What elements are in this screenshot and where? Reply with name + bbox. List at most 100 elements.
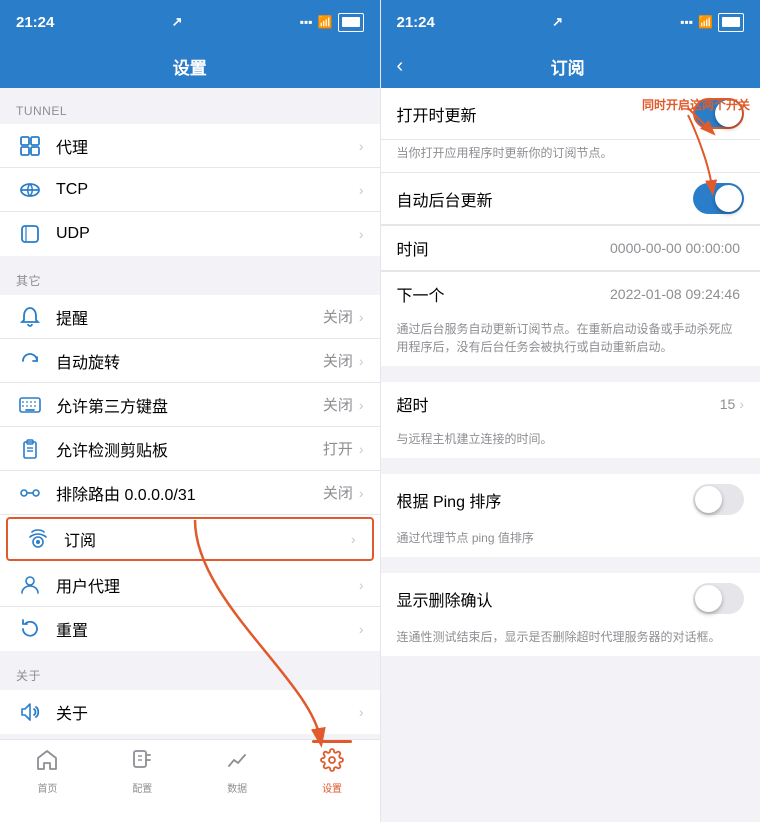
userproxy-chevron: › — [359, 577, 364, 593]
left-status-icons: ▪▪▪ 📶 — [300, 13, 364, 32]
tab-data[interactable]: 数据 — [190, 748, 285, 795]
time-label: 时间 — [397, 236, 611, 260]
tcp-icon — [16, 176, 44, 204]
timeout-group: 超时 15 › — [381, 382, 760, 426]
delete-group: 显示删除确认 — [381, 573, 760, 624]
left-time: 21:24 — [16, 14, 54, 31]
home-icon — [35, 748, 59, 778]
delete-toggle[interactable] — [693, 583, 744, 614]
autorotate-icon — [16, 347, 44, 375]
route-chevron: › — [359, 485, 364, 501]
keyboard-chevron: › — [359, 397, 364, 413]
reset-chevron: › — [359, 621, 364, 637]
list-item-reset[interactable]: 重置 › — [0, 607, 380, 651]
open-update-toggle[interactable] — [693, 98, 744, 129]
settings-icon — [320, 748, 344, 778]
list-item-remind[interactable]: 提醒 关闭 › — [0, 295, 380, 339]
clipboard-value: 打开 — [323, 438, 353, 459]
right-time: 21:24 — [397, 14, 435, 31]
right-signal-icon: ▪▪▪ — [680, 15, 693, 29]
clipboard-label: 允许检测剪贴板 — [56, 437, 323, 461]
tab-config-label: 配置 — [132, 780, 152, 795]
proxy-label: 代理 — [56, 134, 359, 158]
list-item-proxy[interactable]: 代理 › — [0, 124, 380, 168]
right-status-bar: 21:24 ↗ ▪▪▪ 📶 — [381, 0, 760, 44]
list-item-about[interactable]: 关于 › — [0, 690, 380, 734]
about-group: 关于 › — [0, 690, 380, 734]
route-value: 关闭 — [323, 482, 353, 503]
left-content: TUNNEL 代理 › — [0, 88, 380, 739]
list-item-clipboard[interactable]: 允许检测剪贴板 打开 › — [0, 427, 380, 471]
signal-icon: ▪▪▪ — [300, 15, 313, 29]
timeout-value: 15 — [720, 396, 736, 412]
right-item-open-update: 打开时更新 — [381, 88, 760, 140]
section-label-tunnel: TUNNEL — [0, 88, 380, 124]
list-item-userproxy[interactable]: 用户代理 › — [0, 563, 380, 607]
next-label: 下一个 — [397, 282, 611, 306]
remind-icon — [16, 303, 44, 331]
remind-label: 提醒 — [56, 305, 323, 329]
delete-label: 显示删除确认 — [397, 587, 694, 611]
list-item-tcp[interactable]: TCP › — [0, 168, 380, 212]
right-nav-bar: ‹ 订阅 — [381, 44, 760, 88]
udp-label: UDP — [56, 225, 359, 243]
delete-thumb — [695, 585, 722, 612]
tab-settings-label: 设置 — [322, 780, 342, 795]
route-label: 排除路由 0.0.0.0/31 — [56, 481, 323, 505]
proxy-icon — [16, 132, 44, 160]
left-status-bar: 21:24 ↗ ▪▪▪ 📶 — [0, 0, 380, 44]
auto-bg-toggle[interactable] — [693, 183, 744, 214]
battery-icon — [338, 13, 364, 32]
open-update-thumb — [715, 100, 742, 127]
right-location-icon: ↗ — [552, 14, 563, 30]
tab-settings[interactable]: 设置 — [285, 748, 380, 795]
keyboard-label: 允许第三方键盘 — [56, 393, 323, 417]
list-item-autorotate[interactable]: 自动旋转 关闭 › — [0, 339, 380, 383]
right-item-next: 下一个 2022-01-08 09:24:46 — [381, 271, 760, 316]
tunnel-group: 代理 › TCP › — [0, 124, 380, 256]
ping-toggle[interactable] — [693, 484, 744, 515]
right-item-ping: 根据 Ping 排序 — [381, 474, 760, 525]
left-nav-title: 设置 — [173, 54, 207, 79]
tab-bar: 首页 配置 数据 — [0, 739, 380, 822]
config-icon — [130, 748, 154, 778]
tcp-chevron: › — [359, 182, 364, 198]
right-item-delete: 显示删除确认 — [381, 573, 760, 624]
right-item-auto-bg: 自动后台更新 — [381, 172, 760, 225]
open-update-subtext: 当你打开应用程序时更新你的订阅节点。 — [381, 140, 760, 172]
ping-subtext: 通过代理节点 ping 值排序 — [381, 525, 760, 557]
next-value: 2022-01-08 09:24:46 — [610, 286, 740, 302]
list-item-udp[interactable]: UDP › — [0, 212, 380, 256]
left-location-icon: ↗ — [172, 14, 183, 30]
list-item-subscription[interactable]: 订阅 › — [6, 517, 374, 561]
ping-thumb — [695, 486, 722, 513]
proxy-chevron: › — [359, 138, 364, 154]
about-icon — [16, 698, 44, 726]
clipboard-icon — [16, 435, 44, 463]
subscription-chevron: › — [351, 531, 356, 547]
time-value: 0000-00-00 00:00:00 — [610, 240, 740, 256]
tab-home[interactable]: 首页 — [0, 748, 95, 795]
userproxy-label: 用户代理 — [56, 573, 359, 597]
route-icon — [16, 479, 44, 507]
udp-icon — [16, 220, 44, 248]
keyboard-value: 关闭 — [323, 394, 353, 415]
tcp-label: TCP — [56, 181, 359, 199]
remind-value: 关闭 — [323, 306, 353, 327]
ping-label: 根据 Ping 排序 — [397, 488, 694, 512]
subscription-icon — [24, 525, 52, 553]
open-update-label: 打开时更新 — [397, 102, 694, 126]
right-status-icons: ▪▪▪ 📶 — [680, 13, 744, 32]
reset-icon — [16, 615, 44, 643]
about-chevron: › — [359, 704, 364, 720]
tab-home-label: 首页 — [37, 780, 57, 795]
list-item-route[interactable]: 排除路由 0.0.0.0/31 关闭 › — [0, 471, 380, 515]
wifi-icon: 📶 — [318, 15, 333, 29]
auto-bg-label: 自动后台更新 — [397, 187, 694, 211]
left-nav-bar: 设置 — [0, 44, 380, 88]
back-button[interactable]: ‹ — [397, 55, 404, 78]
left-panel: 21:24 ↗ ▪▪▪ 📶 设置 TUNNEL — [0, 0, 380, 822]
tab-config[interactable]: 配置 — [95, 748, 190, 795]
list-item-keyboard[interactable]: 允许第三方键盘 关闭 › — [0, 383, 380, 427]
right-item-timeout[interactable]: 超时 15 › — [381, 382, 760, 426]
